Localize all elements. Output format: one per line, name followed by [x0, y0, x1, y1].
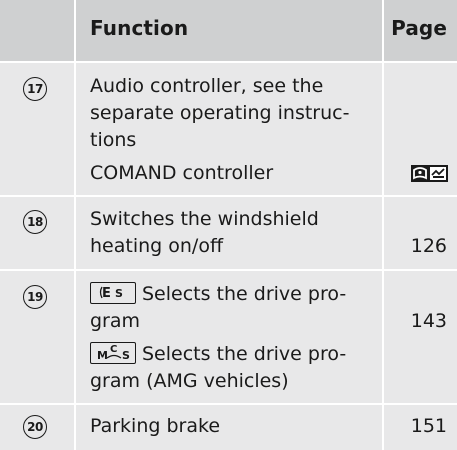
number-cell: 20	[0, 405, 74, 450]
header-page-cell: Page	[384, 0, 457, 61]
row-number: 20	[23, 415, 47, 439]
svg-text:C: C	[110, 344, 117, 355]
table-header: Function Page	[0, 0, 457, 61]
number-cell: 19	[0, 271, 74, 403]
table-row: 19 E S Selects the drive pro- gram M C S Sele…	[0, 271, 457, 403]
function-text: E S Selects the drive pro-	[90, 281, 346, 308]
svg-text:S: S	[122, 349, 130, 361]
function-text: Parking brake	[90, 415, 221, 437]
page-cell: 126	[384, 197, 457, 269]
page-number: 143	[410, 310, 447, 332]
function-text: gram (AMG vehicles)	[90, 370, 289, 392]
function-text: Switches the windshield	[90, 208, 319, 230]
function-text: COMAND controller	[90, 162, 274, 184]
svg-text:S: S	[115, 287, 123, 300]
ecs-key-icon: ES	[90, 281, 136, 304]
function-text: M C S Selects the drive pro-	[90, 341, 346, 368]
header-number-cell	[0, 0, 74, 61]
function-cell: Audio controller, see the separate opera…	[76, 63, 382, 195]
function-cell: E S Selects the drive pro- gram M C S Selects…	[76, 271, 382, 403]
row-number: 19	[23, 285, 47, 309]
mcs-key-icon: MCS	[90, 341, 136, 364]
table-row: 20 Parking brake 151	[0, 405, 457, 450]
function-cell: Switches the windshield heating on/off	[76, 197, 382, 269]
table-row: 17 Audio controller, see the separate op…	[0, 63, 457, 195]
svg-text:E: E	[102, 286, 111, 301]
function-cell: Parking brake	[76, 405, 382, 450]
header-page-label: Page	[391, 16, 447, 40]
page-cell: 151	[384, 405, 457, 450]
page-number: 151	[410, 415, 447, 437]
page-number: 126	[410, 235, 447, 257]
function-text: Audio controller, see the	[90, 75, 324, 97]
number-cell: 17	[0, 63, 74, 195]
comand-book-icon	[411, 165, 448, 182]
header-function-cell: Function	[76, 0, 382, 61]
function-text: separate operating instruc-	[90, 102, 350, 124]
function-text: gram	[90, 310, 141, 332]
svg-text:M: M	[97, 349, 108, 361]
header-function-label: Function	[90, 16, 189, 40]
number-cell: 18	[0, 197, 74, 269]
function-text: heating on/off	[90, 235, 224, 257]
table-row: 18 Switches the windshield heating on/of…	[0, 197, 457, 269]
row-number: 18	[23, 210, 47, 234]
row-number: 17	[23, 77, 47, 101]
function-text: tions	[90, 129, 137, 151]
page-cell: 143	[384, 271, 457, 403]
